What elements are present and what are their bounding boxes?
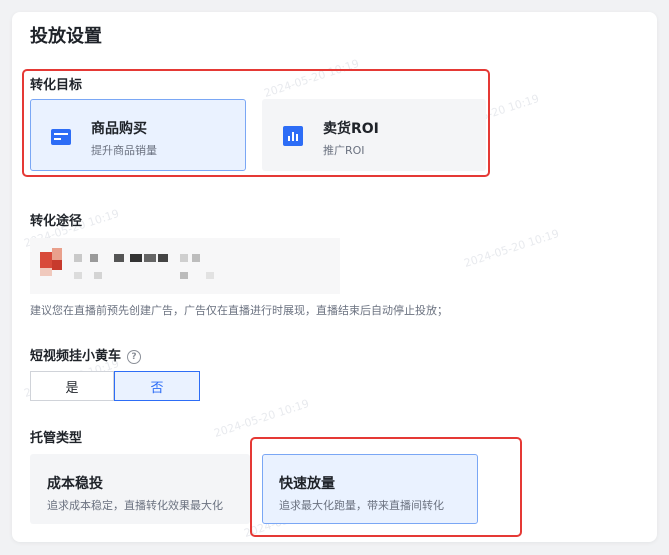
avatar bbox=[40, 268, 52, 276]
highlight-frame bbox=[250, 437, 522, 537]
blurred-text bbox=[180, 272, 188, 279]
blurred-text bbox=[74, 254, 82, 262]
blurred-text bbox=[94, 272, 102, 279]
cart-option-no[interactable]: 否 bbox=[114, 371, 200, 401]
blurred-text bbox=[158, 254, 168, 262]
avatar bbox=[52, 248, 62, 260]
bid-option-desc: 追求成本稳定，直播转化效果最大化 bbox=[47, 499, 223, 512]
highlight-frame bbox=[22, 69, 490, 177]
short-video-cart-label-text: 短视频挂小黄车 bbox=[30, 349, 122, 364]
conversion-path-hint: 建议您在直播前预先创建广告，广告仅在直播进行时展现，直播结束后自动停止投放； bbox=[30, 304, 448, 317]
cart-option-yes[interactable]: 是 bbox=[30, 371, 114, 401]
avatar bbox=[52, 260, 62, 270]
bid-option-title: 成本稳投 bbox=[47, 476, 103, 492]
delivery-settings-panel: 2024-05-20 10:19 2024-05-20 10:19 2024-0… bbox=[12, 12, 657, 542]
blurred-text bbox=[114, 254, 124, 262]
conversion-path-label: 转化途径 bbox=[30, 214, 83, 229]
blurred-text bbox=[74, 272, 82, 279]
blurred-text bbox=[180, 254, 188, 262]
help-icon[interactable]: ? bbox=[127, 350, 142, 364]
watermark: 2024-05-20 10:19 bbox=[462, 227, 561, 270]
blurred-text bbox=[130, 254, 142, 262]
blurred-text bbox=[206, 272, 214, 279]
avatar bbox=[40, 252, 52, 268]
blurred-text bbox=[90, 254, 98, 262]
short-video-cart-label: 短视频挂小黄车? bbox=[30, 345, 142, 364]
blurred-text bbox=[192, 254, 200, 262]
watermark: 2024-05-20 10:19 bbox=[212, 397, 311, 440]
bid-type-label: 托管类型 bbox=[30, 431, 83, 446]
page-title: 投放设置 bbox=[30, 26, 102, 47]
blurred-text bbox=[144, 254, 156, 262]
bid-option-stable-cost[interactable]: 成本稳投 追求成本稳定，直播转化效果最大化 bbox=[30, 454, 250, 524]
conversion-path-selector[interactable] bbox=[30, 238, 340, 294]
